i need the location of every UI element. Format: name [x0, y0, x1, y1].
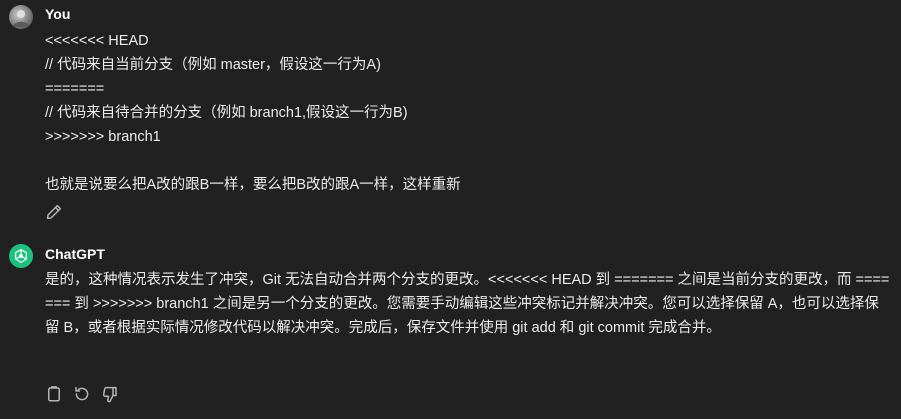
message-line: =======	[45, 81, 105, 97]
message-line: >>>>>>> branch1	[45, 129, 161, 145]
assistant-message-text: 是的，这种情况表示发生了冲突，Git 无法自动合并两个分支的更改。<<<<<<<…	[45, 272, 890, 336]
message-line: <<<<<<< HEAD	[45, 33, 149, 49]
copy-icon	[48, 386, 60, 402]
regenerate-button[interactable]	[73, 385, 91, 403]
user-author-name: You	[45, 6, 71, 22]
assistant-author-name: ChatGPT	[45, 246, 105, 262]
message-line	[45, 149, 461, 173]
thumbs-down-button[interactable]	[101, 385, 119, 403]
message-line: 也就是说要么把A改的跟B一样，要么把B改的跟A一样，这样重新	[45, 177, 461, 193]
user-message-text: <<<<<<< HEAD // 代码来自当前分支（例如 master，假设这一行…	[45, 29, 461, 197]
edit-icon	[46, 204, 62, 220]
user-avatar-icon	[9, 5, 33, 29]
thumbs-down-icon	[102, 386, 117, 403]
message-line: // 代码来自当前分支（例如 master，假设这一行为A)	[45, 57, 381, 73]
assistant-message-actions	[45, 385, 119, 403]
copy-button[interactable]	[45, 385, 63, 403]
openai-logo-icon	[9, 244, 33, 268]
regenerate-icon	[75, 386, 89, 401]
message-line: // 代码来自待合并的分支（例如 branch1,假设这一行为B)	[45, 105, 408, 121]
edit-message-button[interactable]	[45, 203, 63, 221]
